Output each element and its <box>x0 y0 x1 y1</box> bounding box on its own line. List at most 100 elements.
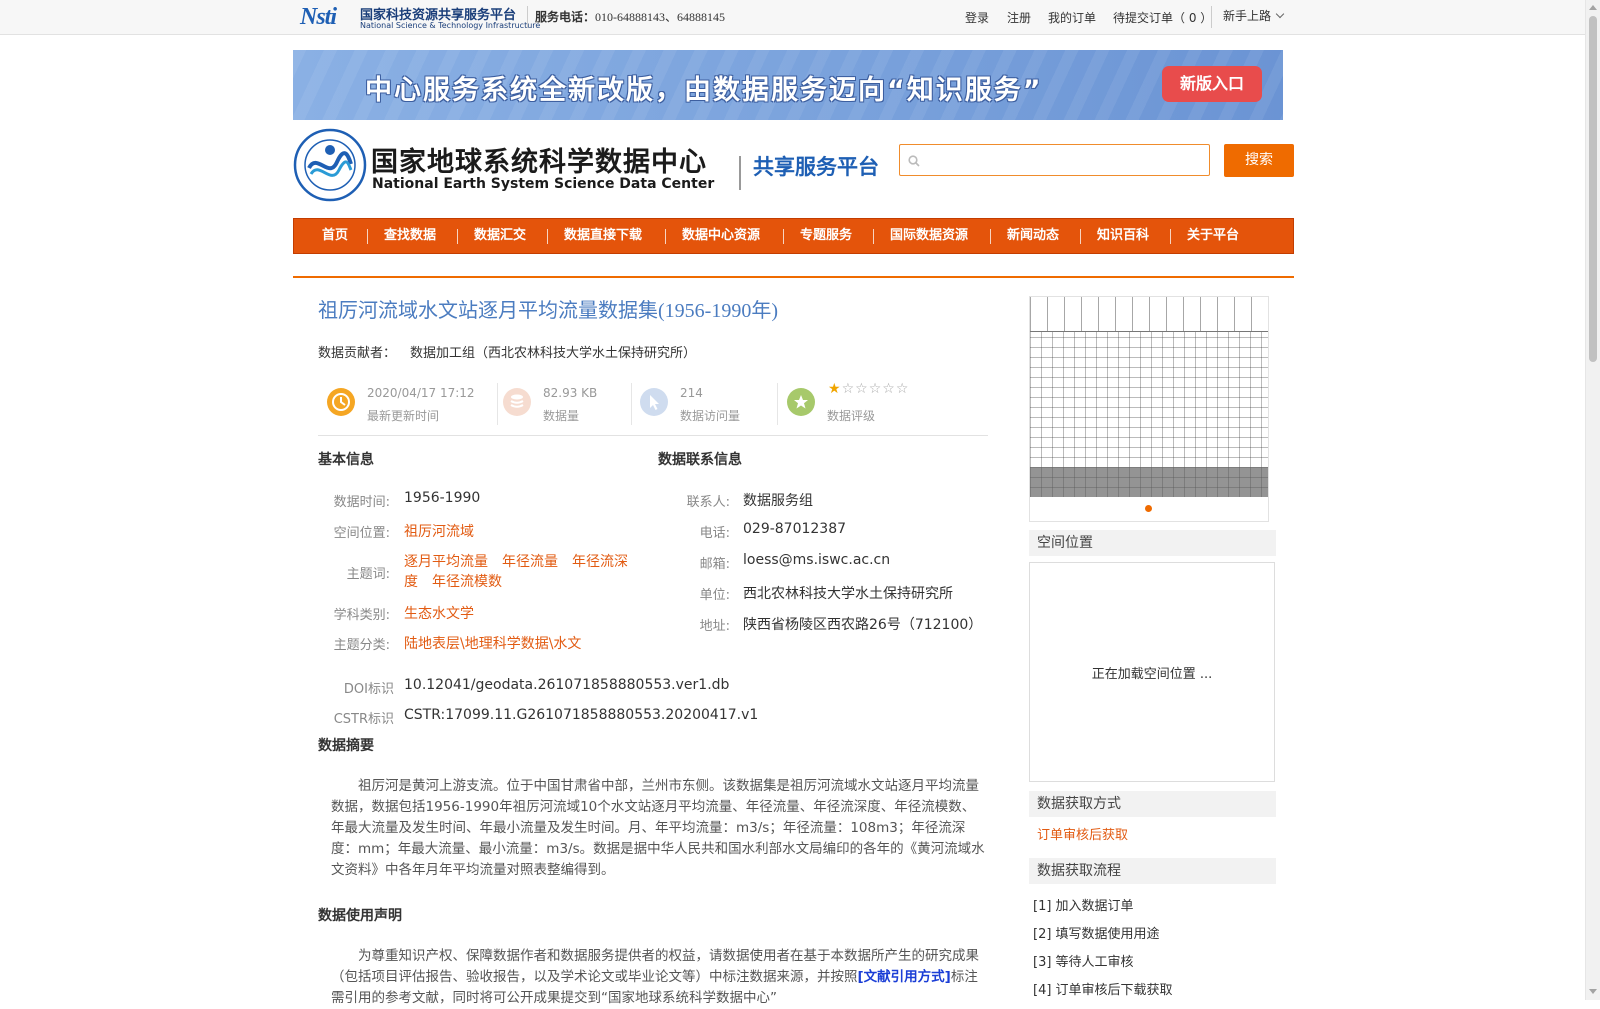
preview-caption-overlay <box>1030 467 1268 497</box>
contact-org-value: 西北农林科技大学水土保持研究所 <box>743 586 953 602</box>
nav-divider <box>457 229 458 244</box>
keyword-link[interactable]: 年径流模数 <box>432 574 502 590</box>
center-name-cn: 国家地球系统科学数据中心 <box>371 147 707 178</box>
rating-stars: ★☆☆☆☆☆ <box>828 381 909 397</box>
process-step: [4] 订单审核后下载获取 <box>1033 983 1173 998</box>
contact-email-value: loess@ms.iswc.ac.cn <box>743 552 891 568</box>
contact-address-value: 陕西省杨陵区西农路26号（712100） <box>743 617 983 633</box>
pointer-icon <box>640 388 668 416</box>
nav-direct-download[interactable]: 数据直接下载 <box>564 219 642 253</box>
banner-text: 中心服务系统全新改版，由数据服务迈向“知识服务” <box>365 75 1043 106</box>
page-scrollbar[interactable] <box>1585 0 1600 1000</box>
center-emblem-icon <box>293 128 367 202</box>
doi-label: DOI标识 <box>343 682 394 697</box>
guide-menu[interactable]: 新手上路 <box>1223 7 1285 24</box>
spatial-map[interactable]: 正在加载空间位置 ... <box>1029 562 1275 782</box>
rating-label: 数据评级 <box>827 409 876 423</box>
category-link[interactable]: 陆地表层\地理科学数据\水文 <box>404 633 581 653</box>
citation-format-link[interactable]: [文献引用方式] <box>858 969 951 985</box>
contributor-label: 数据贡献者： <box>318 346 397 361</box>
dataset-title: 祖厉河流域水文站逐月平均流量数据集(1956-1990年) <box>318 300 778 322</box>
guide-label: 新手上路 <box>1223 9 1272 23</box>
search-input[interactable] <box>924 149 1208 173</box>
nav-divider <box>1080 229 1081 244</box>
nav-divider <box>873 229 874 244</box>
nav-data-submit[interactable]: 数据汇交 <box>474 219 526 253</box>
site-logo[interactable]: 国家地球系统科学数据中心 National Earth System Scien… <box>293 126 893 202</box>
doi-value: 10.12041/geodata.261071858880553.ver1.db <box>404 677 730 693</box>
data-preview-carousel[interactable] <box>1029 296 1269 522</box>
map-loading-text: 正在加载空间位置 ... <box>1091 667 1213 682</box>
contact-phone-value: 029-87012387 <box>743 521 847 537</box>
keywords-list: 逐月平均流量 年径流量 年径流深度 年径流模数 <box>404 552 634 592</box>
star-empty-icon: ☆ <box>868 381 883 397</box>
updated-label: 最新更新时间 <box>367 409 440 423</box>
keyword-link[interactable]: 逐月平均流量 <box>404 554 488 570</box>
star-empty-icon: ☆ <box>855 381 869 397</box>
nav-international-data[interactable]: 国际数据资源 <box>890 219 968 253</box>
nsti-logo[interactable]: Nsti 国家科技资源共享服务平台 National Science & Tec… <box>300 2 540 32</box>
stat-divider <box>497 383 498 425</box>
nsti-logo-en: National Science & Technology Infrastruc… <box>360 21 541 30</box>
pending-orders-link[interactable]: 待提交订单（ 0 ） <box>1113 9 1212 26</box>
contact-phone-label: 电话: <box>699 526 730 541</box>
contact-person-label: 联系人: <box>686 495 730 510</box>
search-button[interactable]: 搜索 <box>1224 144 1294 177</box>
announcement-banner[interactable]: 中心服务系统全新改版，由数据服务迈向“知识服务” 新版入口 <box>293 50 1283 120</box>
process-step: [3] 等待人工审核 <box>1033 955 1134 970</box>
time-label: 数据时间: <box>333 495 390 510</box>
contact-person-value: 数据服务组 <box>743 493 813 509</box>
size-value: 82.93 KB <box>543 386 598 400</box>
stat-divider <box>631 383 632 425</box>
star-empty-icon: ☆ <box>841 381 856 397</box>
scroll-thumb[interactable] <box>1589 16 1597 362</box>
access-method-link[interactable]: 订单审核后获取 <box>1037 824 1128 843</box>
new-version-button[interactable]: 新版入口 <box>1162 66 1262 102</box>
basic-info-heading: 基本信息 <box>318 452 374 468</box>
search-icon <box>908 155 920 167</box>
scroll-down-icon[interactable] <box>1589 989 1597 994</box>
top-divider <box>527 6 528 28</box>
contact-address-label: 地址: <box>699 619 730 634</box>
search-box[interactable] <box>899 144 1210 176</box>
star-empty-icon: ☆ <box>895 381 910 397</box>
nav-knowledge[interactable]: 知识百科 <box>1097 219 1149 253</box>
nav-topic-services[interactable]: 专题服务 <box>800 219 852 253</box>
discipline-label: 学科类别: <box>333 608 390 623</box>
location-link[interactable]: 祖厉河流域 <box>404 521 474 541</box>
keyword-link[interactable]: 年径流量 <box>502 554 558 570</box>
nav-about[interactable]: 关于平台 <box>1187 219 1239 253</box>
keywords-label: 主题词: <box>346 567 390 582</box>
contact-info-heading: 数据联系信息 <box>658 452 742 468</box>
service-phone-label: 服务电话： <box>535 10 596 24</box>
center-name-en: National Earth System Science Data Cente… <box>372 176 715 192</box>
contact-org-label: 单位: <box>699 588 730 603</box>
nav-center-resources[interactable]: 数据中心资源 <box>682 219 760 253</box>
nav-news[interactable]: 新闻动态 <box>1007 219 1059 253</box>
contributor-row: 数据贡献者： 数据加工组（西北农林科技大学水土保持研究所） <box>318 342 696 361</box>
nav-divider <box>547 229 548 244</box>
register-link[interactable]: 注册 <box>1007 9 1031 26</box>
nav-divider <box>990 229 991 244</box>
main-nav: 首页 查找数据 数据汇交 数据直接下载 数据中心资源 专题服务 国际数据资源 新… <box>293 218 1294 254</box>
clock-icon <box>327 388 355 416</box>
star-badge-icon <box>787 388 815 416</box>
time-value: 1956-1990 <box>404 490 481 506</box>
my-orders-link[interactable]: 我的订单 <box>1048 9 1096 26</box>
top-divider <box>1211 6 1212 28</box>
service-phone-numbers: 010-64888143、64888145 <box>595 10 726 24</box>
nav-divider <box>367 229 368 244</box>
stat-divider <box>777 383 778 425</box>
process-step: [1] 加入数据订单 <box>1033 899 1134 914</box>
nav-find-data[interactable]: 查找数据 <box>384 219 436 253</box>
nav-home[interactable]: 首页 <box>322 219 348 253</box>
process-step: [2] 填写数据使用用途 <box>1033 927 1160 942</box>
scroll-up-icon[interactable] <box>1589 5 1597 10</box>
usage-heading: 数据使用声明 <box>318 908 402 924</box>
discipline-link[interactable]: 生态水文学 <box>404 603 474 623</box>
database-icon <box>503 388 531 416</box>
process-heading: 数据获取流程 <box>1029 858 1276 884</box>
nav-divider <box>665 229 666 244</box>
login-link[interactable]: 登录 <box>965 9 989 26</box>
carousel-dot[interactable] <box>1145 505 1152 512</box>
